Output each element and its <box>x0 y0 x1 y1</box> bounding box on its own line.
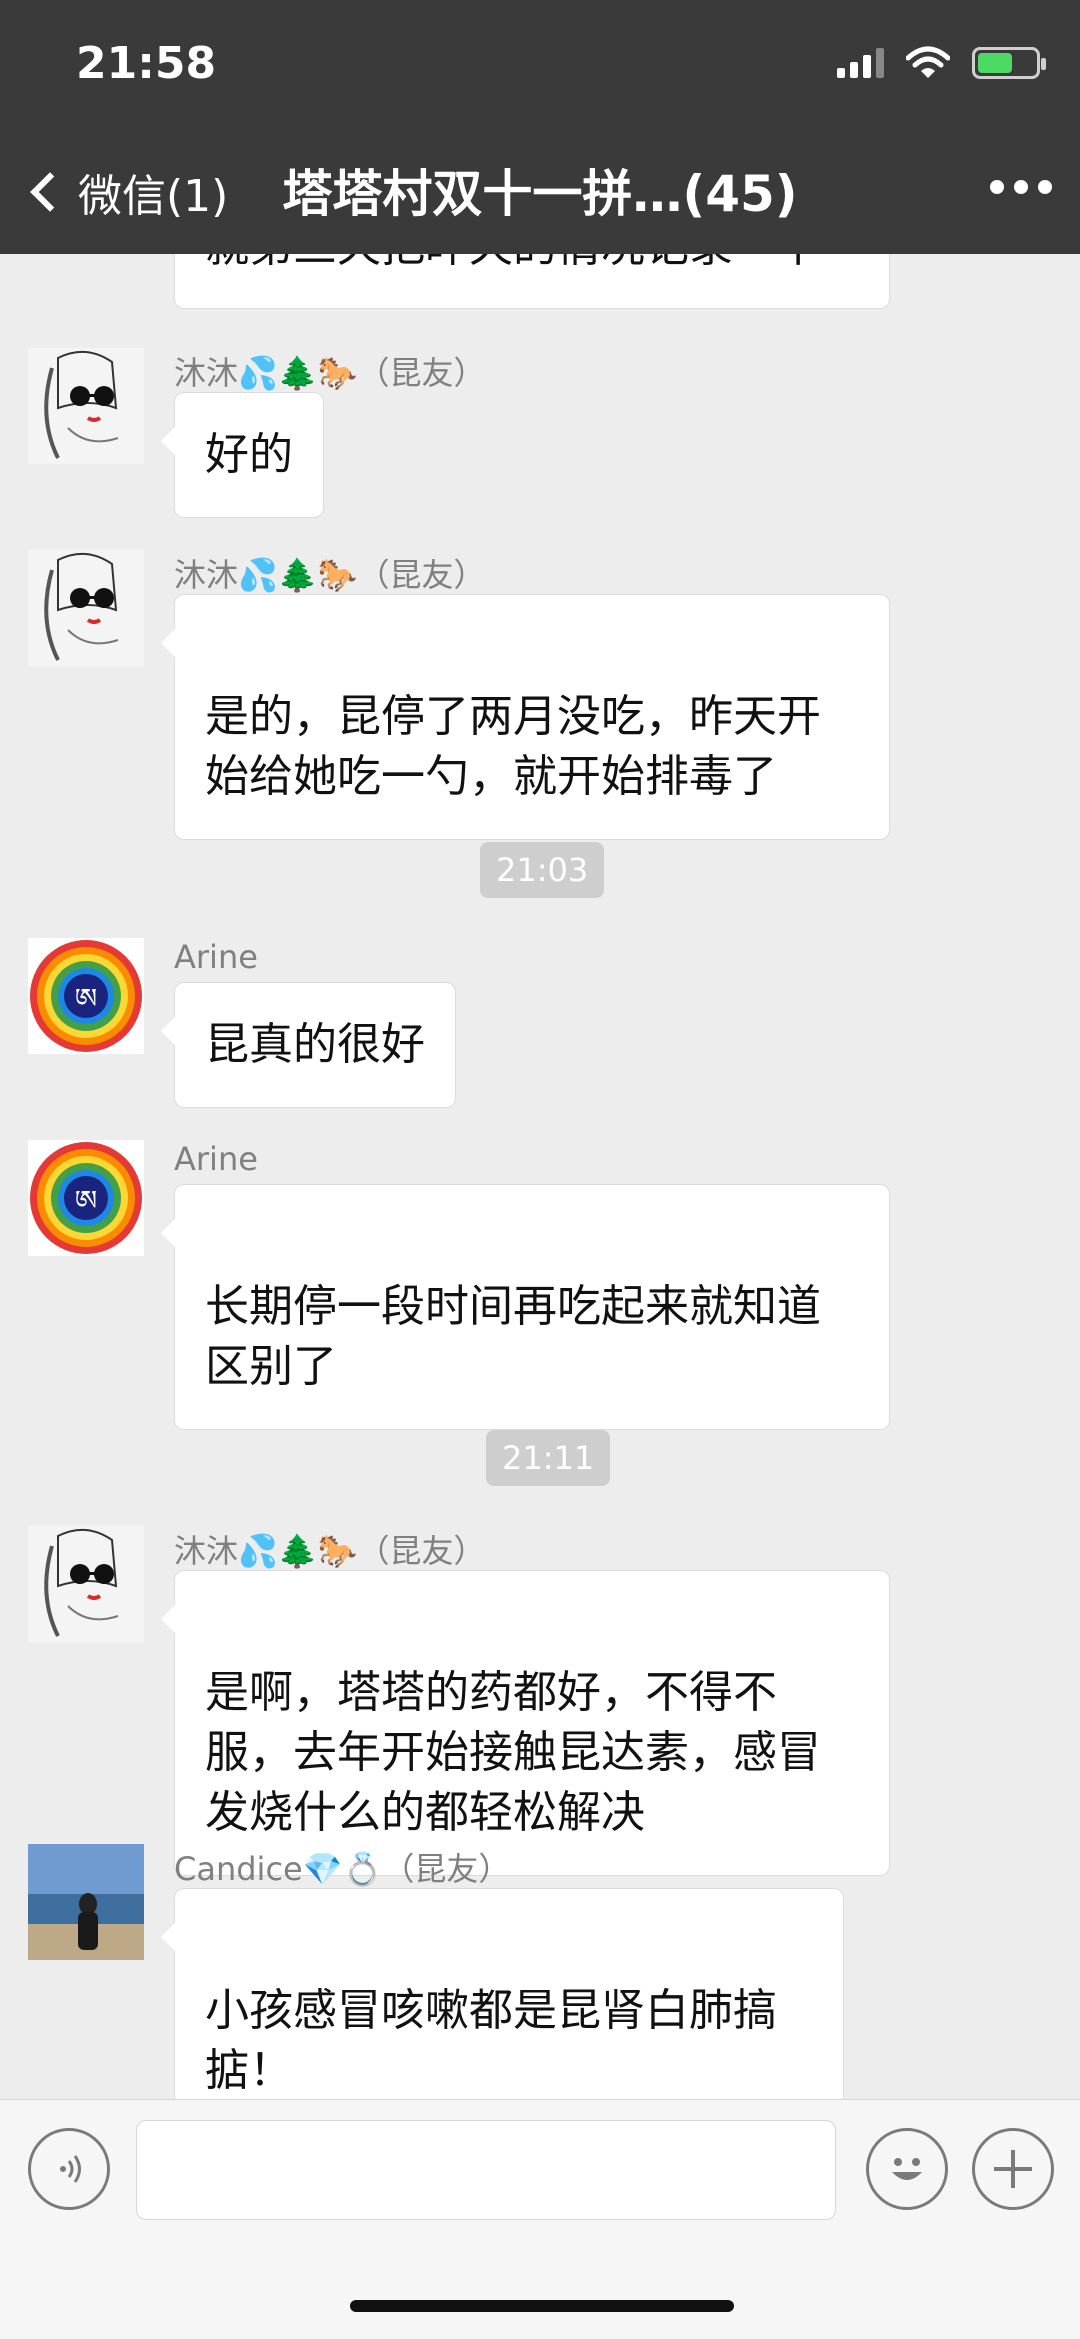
chat-title: 塔塔村双十一拼…(45) <box>282 165 798 223</box>
message-bubble[interactable]: 是啊，塔塔的药都好，不得不 服，去年开始接触昆达素，感冒 发烧什么的都轻松解决 <box>161 1570 890 1876</box>
time-chip: 21:11 <box>486 1430 611 1486</box>
message-bubble[interactable]: 好的 <box>161 392 324 518</box>
girl-avatar-icon <box>28 1526 144 1642</box>
avatar[interactable]: ཨ <box>28 1140 144 1256</box>
girl-avatar-icon <box>28 550 144 666</box>
girl-avatar-icon <box>28 348 144 464</box>
message-bubble[interactable]: 长期停一段时间再吃起来就知道 区别了 <box>161 1184 890 1430</box>
avatar[interactable] <box>28 348 144 464</box>
emoji-button[interactable] <box>866 2128 948 2210</box>
avatar[interactable] <box>28 1526 144 1642</box>
status-time: 21:58 <box>76 38 217 89</box>
rainbow-glyph: ཨ <box>75 982 97 1015</box>
avatar[interactable] <box>28 550 144 666</box>
status-icons <box>837 46 1046 80</box>
wifi-icon <box>906 46 950 78</box>
sender-name: Arine <box>174 938 258 976</box>
emoji-icon <box>892 2158 922 2180</box>
plus-icon <box>994 2150 1032 2188</box>
home-indicator <box>350 2300 734 2312</box>
rainbow-avatar-icon: ཨ <box>28 938 144 1054</box>
battery-icon <box>972 47 1046 79</box>
message-bubble[interactable]: 就第三天把昨天的情况记录一下 <box>174 254 890 309</box>
voice-button[interactable] <box>28 2128 110 2210</box>
sender-name: Arine <box>174 1140 258 1178</box>
more-icon[interactable] <box>990 180 1052 194</box>
avatar[interactable] <box>28 1844 144 1960</box>
plus-button[interactable] <box>972 2128 1054 2210</box>
photo-avatar-icon <box>28 1844 144 1960</box>
avatar[interactable]: ཨ <box>28 938 144 1054</box>
rainbow-avatar-icon: ཨ <box>28 1140 144 1256</box>
message-bubble[interactable]: 小孩感冒咳嗽都是昆肾白肺搞 掂！ <box>161 1888 844 2099</box>
signal-icon <box>837 48 884 78</box>
message-bubble[interactable]: 昆真的很好 <box>161 982 456 1108</box>
voice-icon <box>60 2155 81 2183</box>
rainbow-glyph: ཨ <box>75 1184 97 1217</box>
sender-name: 沐沐💦🌲🐎（昆友） <box>174 354 486 392</box>
time-chip: 21:03 <box>480 842 605 898</box>
message-list[interactable]: 就第三天把昨天的情况记录一下 沐沐💦🌲🐎（昆友） 好的 <box>0 254 1080 2099</box>
message-input[interactable] <box>136 2120 836 2220</box>
sender-name: 沐沐💦🌲🐎（昆友） <box>174 1532 486 1570</box>
message-bubble[interactable]: 是的，昆停了两月没吃，昨天开 始给她吃一勺，就开始排毒了 <box>161 594 890 840</box>
chat-header: 21:58 微信(1) 塔塔村双十一拼…(45) <box>0 0 1080 254</box>
sender-name: Candice💎💍（昆友） <box>174 1850 511 1888</box>
sender-name: 沐沐💦🌲🐎（昆友） <box>174 556 486 594</box>
